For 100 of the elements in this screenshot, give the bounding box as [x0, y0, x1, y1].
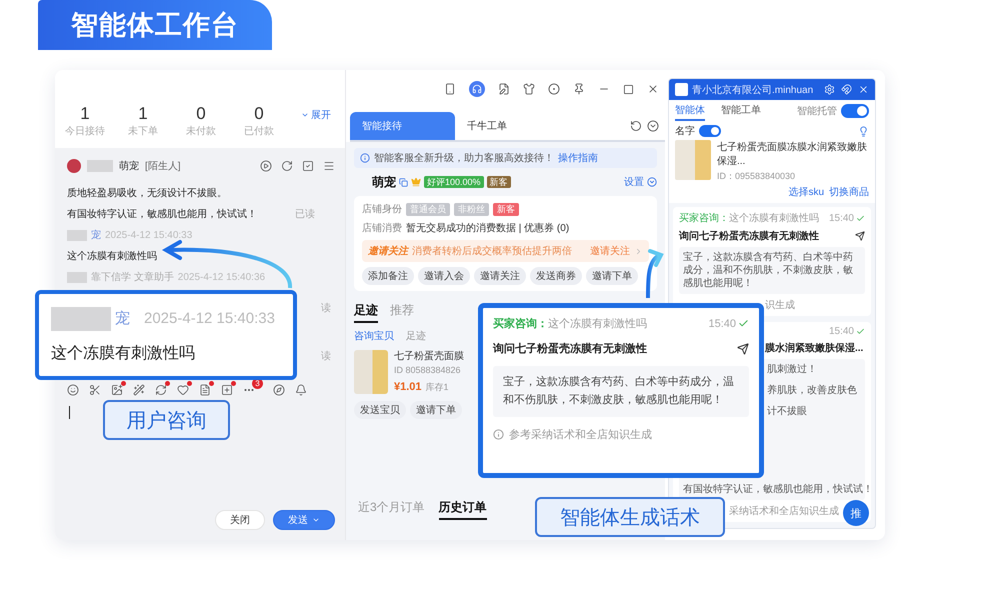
stat-label: 今日接待	[65, 124, 105, 138]
promo-title: 邀请关注	[368, 244, 408, 258]
refresh-icon	[281, 160, 293, 172]
bell-icon	[295, 384, 307, 396]
identity-tag: 新客	[493, 202, 519, 216]
check-icon	[856, 214, 865, 222]
tab[interactable]: 近3个月订单	[358, 499, 425, 520]
close-button[interactable]: 关闭	[215, 510, 265, 530]
text-cursor	[69, 406, 70, 419]
contact-tag: [陌生人]	[145, 159, 181, 173]
action-chip[interactable]: 邀请下单	[586, 267, 638, 285]
read-status: 读	[321, 302, 331, 315]
message-time: 2025-4-12 15:40:36	[178, 272, 266, 282]
field-value: 暂无交易成功的消费数据 | 优惠券 (0)	[406, 222, 570, 235]
action-chip[interactable]: 邀请入会	[418, 267, 470, 285]
stat-label: 已付款	[244, 125, 274, 138]
settings-icon	[824, 84, 835, 95]
tab[interactable]: 千牛工单	[455, 112, 560, 140]
follow-link[interactable]: 邀请关注	[590, 244, 630, 258]
product-title: 七子粉蛋壳面膜	[394, 350, 464, 363]
intent-text: 询问七子粉蛋壳冻膜有无刺激性	[493, 342, 647, 356]
stat-label: 未下单	[128, 124, 158, 138]
send-button[interactable]: 发送	[273, 510, 335, 530]
collapse-icon	[647, 120, 659, 132]
redacted-block	[87, 160, 113, 172]
subtab-link[interactable]: 足迹	[406, 329, 426, 343]
wand-icon	[133, 384, 145, 396]
info-icon	[360, 153, 370, 163]
message-text: 这个冻膜有刺激性吗	[67, 250, 157, 263]
caret-icon	[312, 516, 320, 524]
avatar	[67, 159, 81, 173]
query-text: 这个冻膜有刺激性吗	[729, 212, 819, 225]
source-note: 参考采纳话术和全店知识生成	[509, 428, 652, 442]
redacted-block	[67, 230, 87, 240]
name-switch[interactable]	[699, 125, 721, 137]
scissors-icon	[89, 384, 101, 396]
tab[interactable]: 智能接待	[350, 112, 455, 140]
send-icon	[855, 231, 865, 241]
customer-tag: 新客	[486, 176, 511, 188]
message-time: 2025-4-12 15:40:33	[105, 230, 192, 240]
stat-value: 1	[138, 104, 148, 124]
product-link[interactable]: 切换商品	[829, 185, 869, 199]
shirt-icon	[523, 83, 535, 95]
query-text: 这个冻膜有刺激性吗	[548, 316, 647, 331]
customer-name: 萌宠	[372, 174, 396, 190]
source-note: 识生成	[765, 298, 795, 312]
smile-icon	[67, 384, 79, 396]
banner-title: 智能体工作台	[38, 0, 272, 50]
tab[interactable]: 历史订单	[438, 499, 487, 520]
sender-name: 宠	[115, 309, 130, 328]
play-icon	[260, 160, 272, 172]
product-id: ID：095583840030	[717, 170, 796, 183]
sender-name: 宠	[91, 228, 101, 242]
message-time: 2025-4-12 15:40:33	[144, 310, 275, 327]
caret-icon	[301, 111, 309, 119]
message-text: 有国妆特字认证，敏感肌也能用，快试试！	[67, 208, 257, 221]
tab[interactable]: 推荐	[390, 302, 414, 323]
callout-label: 用户咨询	[103, 400, 230, 440]
compass-icon	[273, 384, 285, 396]
redacted-block	[67, 272, 87, 282]
rating-tag: 好评100.00%	[424, 176, 484, 188]
field-label: 店铺消费	[362, 222, 402, 235]
tab[interactable]: 智能工单	[721, 101, 761, 121]
subtab-link[interactable]: 咨询宝贝	[354, 329, 394, 343]
tab[interactable]: 足迹	[354, 302, 378, 323]
product-stock: 库存1	[426, 382, 449, 392]
promo-text: 消费者转粉后成交概率预估提升两倍	[412, 244, 572, 258]
action-chip[interactable]: 发送宝贝	[354, 401, 406, 419]
product-image	[354, 350, 388, 394]
close-icon	[647, 83, 659, 95]
curved-arrow	[646, 249, 664, 298]
collapse-icon	[647, 177, 657, 187]
crown-icon	[411, 177, 421, 187]
source-note: 采纳话术和全店知识生成	[729, 504, 839, 518]
field-label: 店铺身份	[362, 202, 402, 216]
action-chip[interactable]: 发送商券	[530, 267, 582, 285]
info-icon	[493, 429, 504, 440]
action-chip[interactable]: 邀请下单	[410, 401, 462, 419]
headset-icon[interactable]	[469, 81, 485, 97]
guide-link[interactable]: 操作指南	[558, 151, 598, 165]
expand-link[interactable]: 展开	[301, 108, 331, 122]
message-time: 15:40	[828, 212, 865, 224]
action-chip[interactable]: 邀请关注	[474, 267, 526, 285]
action-chip[interactable]: 添加备注	[362, 267, 414, 285]
stat-label: 未付款	[186, 124, 216, 138]
check-icon	[738, 318, 749, 329]
reply-text: 养肌肤，改善皮肤色	[767, 384, 857, 397]
lightbulb-icon	[858, 126, 869, 136]
sender-name: 靠下信学 文章助手	[91, 270, 174, 284]
product-link[interactable]: 选择sku	[788, 185, 824, 199]
settings-link[interactable]: 设置	[624, 175, 657, 189]
message-text: 这个冻膜有刺激性吗	[51, 344, 196, 364]
query-label: 买家咨询：	[493, 316, 548, 331]
check-icon	[856, 327, 865, 336]
hosting-switch[interactable]	[841, 104, 869, 118]
stat-value: 0	[196, 104, 206, 124]
redacted-block	[51, 306, 111, 330]
identity-tag: 普通会员	[406, 202, 450, 216]
pin-icon	[573, 83, 585, 95]
read-status: 已读	[295, 208, 315, 221]
